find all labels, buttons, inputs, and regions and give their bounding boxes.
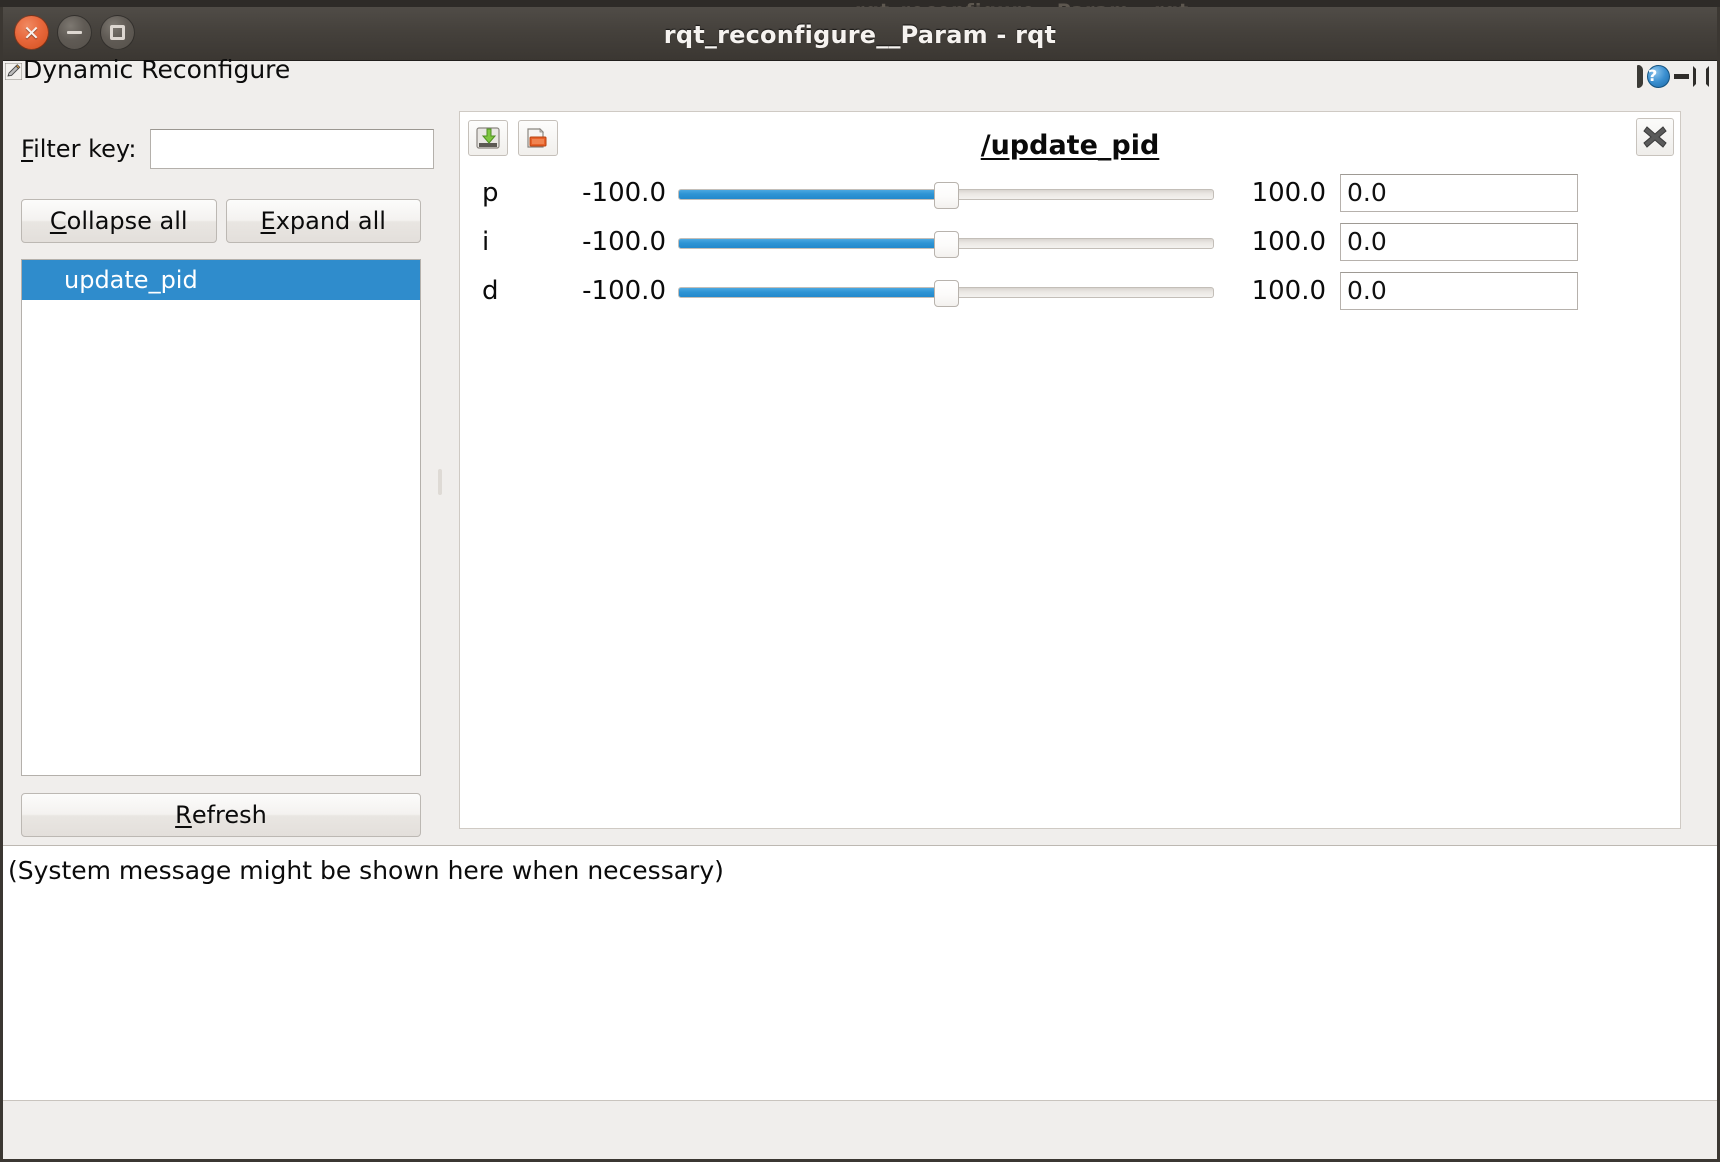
dock-title: Dynamic Reconfigure [23,55,291,84]
param-slider-d[interactable] [678,279,1214,307]
system-message-text: (System message might be shown here when… [8,856,724,885]
refresh-mnemonic: R [175,801,192,829]
slider-handle[interactable] [934,230,959,258]
tree-buttons-row: Collapse all Expand all [21,199,421,243]
param-min-i: -100.0 [582,226,666,257]
param-max-d: 100.0 [1251,275,1326,306]
main-splitter: Filter key: Collapse all Expand all upda… [3,99,1717,844]
table-row: i -100.0 100.0 [460,217,1680,266]
parameter-rows: p -100.0 100.0 i -100.0 [460,168,1680,315]
undock-icon[interactable] [1637,65,1643,88]
filter-label-rest: ilter key: [33,135,137,163]
param-slider-i[interactable] [678,230,1214,258]
list-item-update-pid[interactable]: update_pid [22,260,420,300]
param-name-i: i [482,226,490,257]
node-selector-pane: Filter key: Collapse all Expand all upda… [3,99,435,844]
collapse-mnemonic: C [49,207,67,235]
param-slider-p[interactable] [678,181,1214,209]
splitter-grip [438,469,442,495]
close-x-icon [1643,126,1667,148]
parameter-frame: /update_pid p -100.0 100.0 0.0 i -100.0 … [459,111,1681,829]
filter-mnemonic: F [21,135,34,163]
pencil-icon [4,62,23,81]
window-title: rqt_reconfigure__Param - rqt [663,21,1057,49]
close-parameter-panel-button[interactable] [1636,118,1674,156]
param-value-input-i[interactable] [1340,222,1578,261]
param-name-d: d [482,275,499,306]
param-max-i: 100.0 [1251,226,1326,257]
slider-fill [679,189,947,199]
slider-fill [679,287,947,297]
application-window: ✕ rqt_reconfigure__Param - rqt Dynamic R… [0,7,1720,1162]
page-title: /update_pid [980,130,1160,161]
dock-controls: ? [1637,65,1709,88]
help-icon[interactable]: ? [1647,65,1670,88]
slider-handle[interactable] [934,279,959,307]
node-tree-list[interactable]: update_pid [21,259,421,776]
parameter-pane: /update_pid p -100.0 100.0 0.0 i -100.0 … [445,99,1720,844]
table-row: d -100.0 100.0 [460,266,1680,315]
window-titlebar: ✕ rqt_reconfigure__Param - rqt [3,7,1717,61]
param-min-d: -100.0 [582,275,666,306]
param-value-input-d[interactable] [1340,271,1578,310]
expand-all-button[interactable]: Expand all [225,199,421,243]
filter-key-input[interactable] [150,129,435,169]
table-row: p -100.0 100.0 [460,168,1680,217]
slider-fill [679,238,947,248]
expand-label-rest: xpand all [275,207,386,235]
dock-close-icon[interactable] [1693,66,1709,87]
refresh-label-rest: efresh [191,801,267,829]
dock-widget-header: Dynamic Reconfigure ? [3,55,1717,99]
expand-mnemonic: E [260,207,276,235]
slider-handle[interactable] [934,181,959,209]
refresh-button[interactable]: Refresh [21,793,421,837]
bottom-strip [3,1100,1717,1159]
collapse-label-rest: ollapse all [66,207,188,235]
param-value-input-p[interactable] [1340,173,1578,212]
collapse-all-button[interactable]: Collapse all [21,199,217,243]
param-min-p: -100.0 [582,177,666,208]
param-name-p: p [482,177,499,208]
system-message-area: (System message might be shown here when… [3,845,1717,1100]
param-max-p: 100.0 [1251,177,1326,208]
filter-key-label: Filter key: [21,135,136,163]
dock-minimize-icon[interactable] [1674,74,1689,79]
filter-row: Filter key: [21,129,435,169]
splitter-handle[interactable] [435,99,445,844]
